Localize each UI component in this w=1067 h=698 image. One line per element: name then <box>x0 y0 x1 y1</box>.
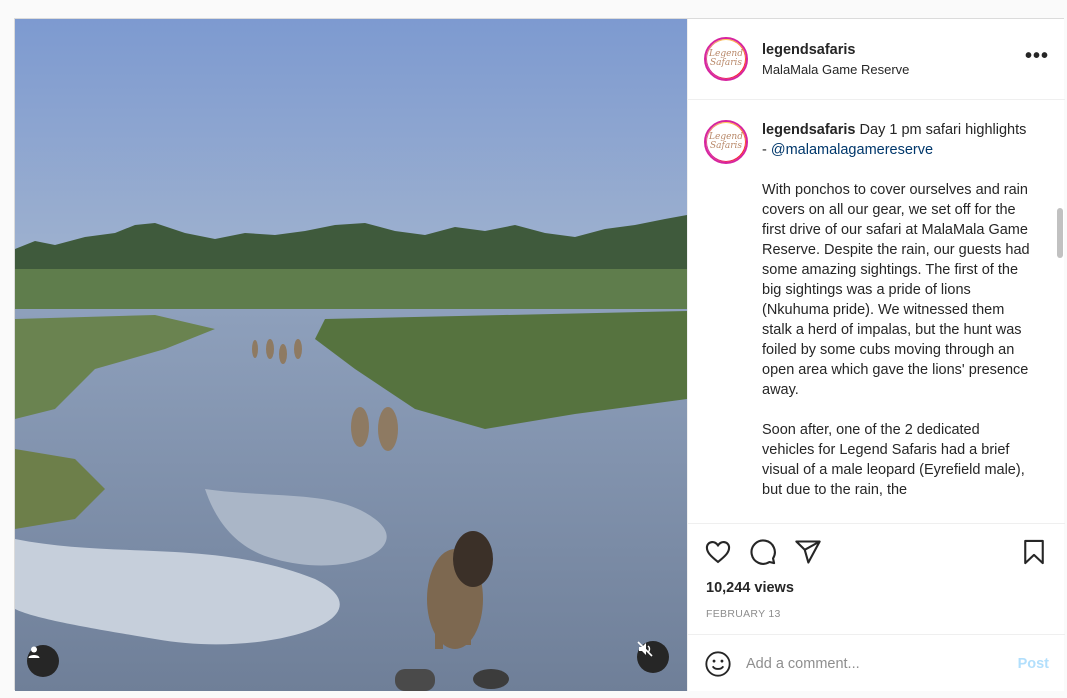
caption-avatar[interactable]: Legend Safaris <box>704 120 748 164</box>
add-comment-form: Post <box>688 634 1065 692</box>
smiley-icon[interactable] <box>704 650 732 678</box>
caption-scroll-area[interactable]: Legend Safaris legendsafaris Day 1 pm sa… <box>688 100 1065 523</box>
bookmark-icon[interactable] <box>1020 538 1048 571</box>
caption-mention-link[interactable]: @malamalagamereserve <box>771 142 933 158</box>
action-icons <box>704 538 1049 570</box>
caption-username[interactable]: legendsafaris <box>762 122 856 138</box>
post-date[interactable]: FEBRUARY 13 <box>706 608 781 620</box>
post-video[interactable] <box>15 19 687 691</box>
mute-toggle-button[interactable] <box>637 641 669 673</box>
author-username[interactable]: legendsafaris <box>762 42 909 58</box>
post-actions: 10,244 views FEBRUARY 13 Post <box>688 523 1065 691</box>
avatar-logo: Legend Safaris <box>707 123 745 161</box>
post-location[interactable]: MalaMala Game Reserve <box>762 62 909 77</box>
comment-bubble-icon[interactable] <box>749 538 777 571</box>
caption-paragraph: Soon after, one of the 2 dedicated vehic… <box>762 422 1025 498</box>
caption-text: legendsafaris Day 1 pm safari highlights… <box>762 120 1032 500</box>
comment-input[interactable] <box>746 655 1018 672</box>
avatar-logo: Legend Safaris <box>707 40 745 78</box>
post-sidebar: Legend Safaris legendsafaris MalaMala Ga… <box>687 19 1065 691</box>
view-count[interactable]: 10,244 views <box>706 580 794 596</box>
post-dialog: Legend Safaris legendsafaris MalaMala Ga… <box>14 18 1065 691</box>
caption-paragraph: With ponchos to cover ourselves and rain… <box>762 182 1030 398</box>
post-comment-button[interactable]: Post <box>1018 656 1049 672</box>
video-frame-scene <box>15 19 687 691</box>
scrollbar-thumb[interactable] <box>1057 208 1063 258</box>
author-avatar[interactable]: Legend Safaris <box>704 37 748 81</box>
caption: Legend Safaris legendsafaris Day 1 pm sa… <box>704 120 1049 500</box>
heart-icon[interactable] <box>704 538 732 571</box>
paper-plane-icon[interactable] <box>794 538 822 571</box>
user-tag-button[interactable] <box>27 645 59 677</box>
more-options-button[interactable]: ••• <box>1025 46 1049 66</box>
author-info: legendsafaris MalaMala Game Reserve <box>762 42 909 77</box>
post-header: Legend Safaris legendsafaris MalaMala Ga… <box>688 19 1065 100</box>
